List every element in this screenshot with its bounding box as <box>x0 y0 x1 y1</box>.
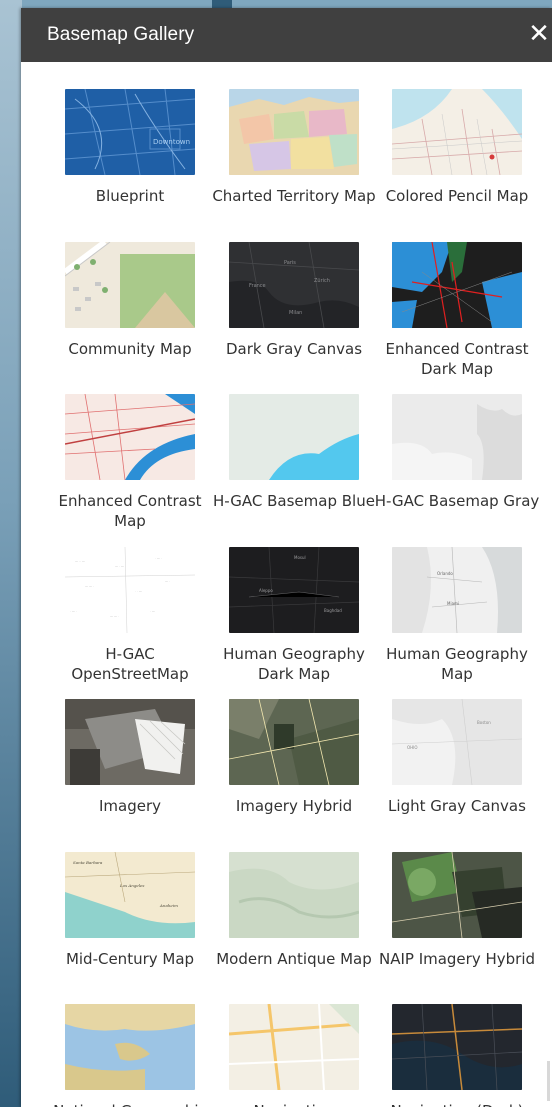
basemap-label: Navigation (Dark) <box>374 1101 540 1107</box>
svg-text:· — ·: · — · <box>155 556 162 560</box>
svg-text:· · —: · · — <box>135 589 142 593</box>
basemap-label: Community Map <box>68 339 192 358</box>
basemap-item[interactable]: H-GAC Basemap Gray <box>366 385 539 538</box>
svg-text:· —: · — <box>150 609 155 613</box>
basemap-label: NAIP Imagery Hybrid <box>378 949 536 968</box>
svg-text:Milan: Milan <box>289 310 302 316</box>
basemap-item[interactable]: Mosul Aleppo Baghdad Human Geography Dark M… <box>203 538 366 691</box>
svg-text:Zürich: Zürich <box>314 278 330 284</box>
svg-text:Santa Barbara: Santa Barbara <box>73 860 103 865</box>
basemap-thumbnail[interactable] <box>65 1004 195 1090</box>
panel-title: Basemap Gallery <box>47 24 195 45</box>
basemap-thumbnail[interactable]: Santa Barbara Los Angeles Anaheim <box>65 851 195 938</box>
basemap-item[interactable]: NAIP Imagery Hybrid <box>366 843 535 996</box>
basemap-item[interactable]: Community Map <box>39 233 203 386</box>
basemap-label: Colored Pencil Map <box>385 187 529 205</box>
basemap-item[interactable]: Charted Territory Map <box>203 80 376 233</box>
svg-text:Baghdad: Baghdad <box>324 608 342 613</box>
basemap-thumbnail[interactable] <box>229 394 359 480</box>
basemap-label: H-GAC Basemap Gray <box>374 492 540 510</box>
basemap-item[interactable]: Enhanced Contrast Dark Map <box>366 233 530 386</box>
basemap-thumbnail[interactable] <box>229 1004 359 1090</box>
map-background-tab <box>212 0 232 8</box>
basemap-item[interactable]: Downtown Blueprint <box>39 80 203 233</box>
svg-text:Orlando: Orlando <box>437 571 453 576</box>
basemap-label: Light Gray Canvas <box>388 797 526 815</box>
svg-text:France: France <box>249 283 266 289</box>
basemap-label: Blueprint <box>95 187 165 205</box>
basemap-grid: Downtown Blueprint Charted Territory Map … <box>39 80 549 1107</box>
svg-text:Boston: Boston <box>477 720 491 725</box>
panel-header: Basemap Gallery ✕ <box>21 8 552 62</box>
basemap-label: Imagery <box>98 797 162 815</box>
basemap-label: Human Geography Map <box>386 644 528 683</box>
basemap-label: National Geographic Style Map <box>47 1101 213 1107</box>
basemap-label: Modern Antique Map <box>216 949 372 968</box>
basemap-label: H-GAC OpenStreetMap Reference <box>71 644 189 686</box>
basemap-label: Charted Territory Map <box>212 187 376 205</box>
basemap-thumbnail[interactable] <box>392 394 522 480</box>
close-icon[interactable]: ✕ <box>524 16 552 52</box>
basemap-item[interactable]: Colored Pencil Map <box>366 80 530 233</box>
basemap-thumbnail[interactable] <box>392 89 522 175</box>
basemap-thumbnail[interactable]: OHIO Boston <box>392 699 522 785</box>
svg-text:— — ·: — — · <box>85 584 94 588</box>
basemap-thumbnail[interactable] <box>65 241 195 328</box>
basemap-label: H-GAC Basemap Blue <box>213 492 375 510</box>
basemap-item[interactable]: H-GAC Basemap Blue <box>203 385 375 538</box>
basemap-item[interactable]: Modern Antique Map <box>203 843 372 996</box>
basemap-label: Mid-Century Map <box>65 949 195 968</box>
scrollbar[interactable] <box>547 1061 550 1101</box>
basemap-label: Dark Gray Canvas <box>225 339 363 358</box>
basemap-thumbnail[interactable]: — ·· — — · — · — · — — · · · — — · · — · — — … <box>65 546 195 633</box>
svg-text:Downtown: Downtown <box>153 138 190 146</box>
svg-text:— — ·: — — · <box>110 614 119 618</box>
basemap-item[interactable]: Navigation <box>203 995 366 1107</box>
basemap-thumbnail[interactable] <box>229 699 359 785</box>
basemap-item[interactable]: National Geographic Style Map <box>39 995 207 1107</box>
basemap-label: Human Geography Dark Map <box>223 644 365 683</box>
basemap-gallery-panel: Basemap Gallery ✕ Downtown Blueprint Char… <box>21 8 552 1107</box>
svg-text:· — ·: · — · <box>70 609 77 613</box>
basemap-thumbnail[interactable] <box>65 394 195 480</box>
map-background <box>0 0 22 1107</box>
svg-text:Miami: Miami <box>447 601 459 606</box>
basemap-item[interactable]: Imagery <box>39 690 203 843</box>
basemap-item[interactable]: OHIO Boston Light Gray Canvas <box>366 690 530 843</box>
basemap-thumbnail[interactable]: Paris France Zürich Milan <box>229 241 359 328</box>
basemap-thumbnail[interactable]: Orlando Miami <box>392 546 522 633</box>
svg-text:— ·· —: — ·· — <box>75 559 85 563</box>
basemap-thumbnail[interactable] <box>392 1004 522 1090</box>
basemap-item[interactable]: Orlando Miami Human Geography Map <box>366 538 530 691</box>
svg-text:— ·: — · <box>165 579 170 583</box>
basemap-label: Imagery Hybrid <box>235 797 353 815</box>
basemap-item[interactable]: Santa Barbara Los Angeles Anaheim Mid-Cent… <box>39 843 203 996</box>
basemap-thumbnail[interactable] <box>229 851 359 938</box>
basemap-thumbnail[interactable]: Mosul Aleppo Baghdad <box>229 546 359 633</box>
basemap-item[interactable]: Paris France Zürich Milan Dark Gray Canvas <box>203 233 366 386</box>
svg-text:Paris: Paris <box>284 260 296 266</box>
svg-text:Mosul: Mosul <box>294 555 306 560</box>
basemap-thumbnail[interactable]: Downtown <box>65 89 195 175</box>
svg-text:Los Angeles: Los Angeles <box>119 883 144 888</box>
basemap-item[interactable]: Imagery Hybrid <box>203 690 366 843</box>
svg-text:— · —: — · — <box>115 564 124 568</box>
basemap-thumbnail[interactable] <box>392 851 522 938</box>
basemap-item[interactable]: Navigation (Dark) <box>366 995 530 1107</box>
svg-text:OHIO: OHIO <box>407 745 417 750</box>
basemap-thumbnail[interactable] <box>229 89 359 175</box>
basemap-thumbnail[interactable] <box>392 241 522 328</box>
basemap-item[interactable]: Enhanced Contrast Map <box>39 385 203 538</box>
svg-text:Anaheim: Anaheim <box>159 903 178 908</box>
basemap-label: Navigation <box>211 1101 377 1107</box>
basemap-item[interactable]: — ·· — — · — · — · — — · · · — — · · — · — — … <box>39 538 203 691</box>
basemap-thumbnail[interactable] <box>65 699 195 785</box>
svg-text:Aleppo: Aleppo <box>259 588 273 593</box>
basemap-label: Enhanced Contrast Map <box>58 492 202 530</box>
basemap-label: Enhanced Contrast Dark Map <box>385 339 529 378</box>
